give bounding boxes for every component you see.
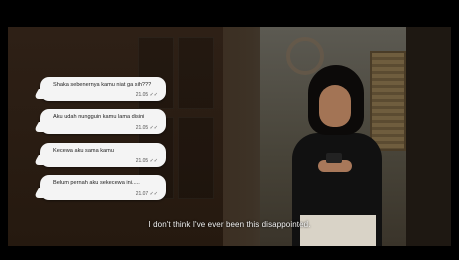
message-meta: 21.05 ✓✓ (136, 125, 158, 131)
message-meta: 21.05 ✓✓ (136, 158, 158, 164)
wall-decoration (286, 37, 324, 75)
video-frame: Shaka sebenernya kamu niat ga sih??? 21.… (0, 0, 459, 260)
wooden-wall (8, 27, 223, 246)
read-ticks-icon: ✓✓ (149, 191, 158, 197)
message-text: Kecewa aku sama kamu (53, 148, 114, 154)
read-ticks-icon: ✓✓ (149, 92, 158, 98)
message-time: 21.05 (135, 125, 149, 131)
person-face (319, 85, 351, 127)
message-time: 21.07 (135, 191, 149, 197)
phone (326, 153, 342, 163)
message-text: Aku udah nungguin kamu lama disini (53, 114, 145, 120)
message-meta: 21.05 ✓✓ (136, 92, 158, 98)
chat-bubble: Shaka sebenernya kamu niat ga sih??? 21.… (40, 77, 166, 101)
message-time: 21.05 (135, 92, 149, 98)
subtitle: I don't think I've ever been this disapp… (148, 220, 311, 229)
message-text: Belum pernah aku sekecewa ini..... (53, 180, 140, 186)
door-frame (406, 27, 451, 246)
chat-bubble: Aku udah nungguin kamu lama disini 21.05… (40, 109, 166, 134)
message-meta: 21.07 ✓✓ (136, 191, 158, 197)
chat-bubble: Belum pernah aku sekecewa ini..... 21.07… (40, 175, 166, 200)
message-text: Shaka sebenernya kamu niat ga sih??? (53, 82, 152, 88)
window-shutter (370, 51, 406, 151)
message-time: 21.05 (135, 158, 149, 164)
chat-bubble: Kecewa aku sama kamu 21.05 ✓✓ (40, 143, 166, 167)
read-ticks-icon: ✓✓ (149, 158, 158, 164)
read-ticks-icon: ✓✓ (149, 125, 158, 131)
video-scene (8, 27, 451, 246)
